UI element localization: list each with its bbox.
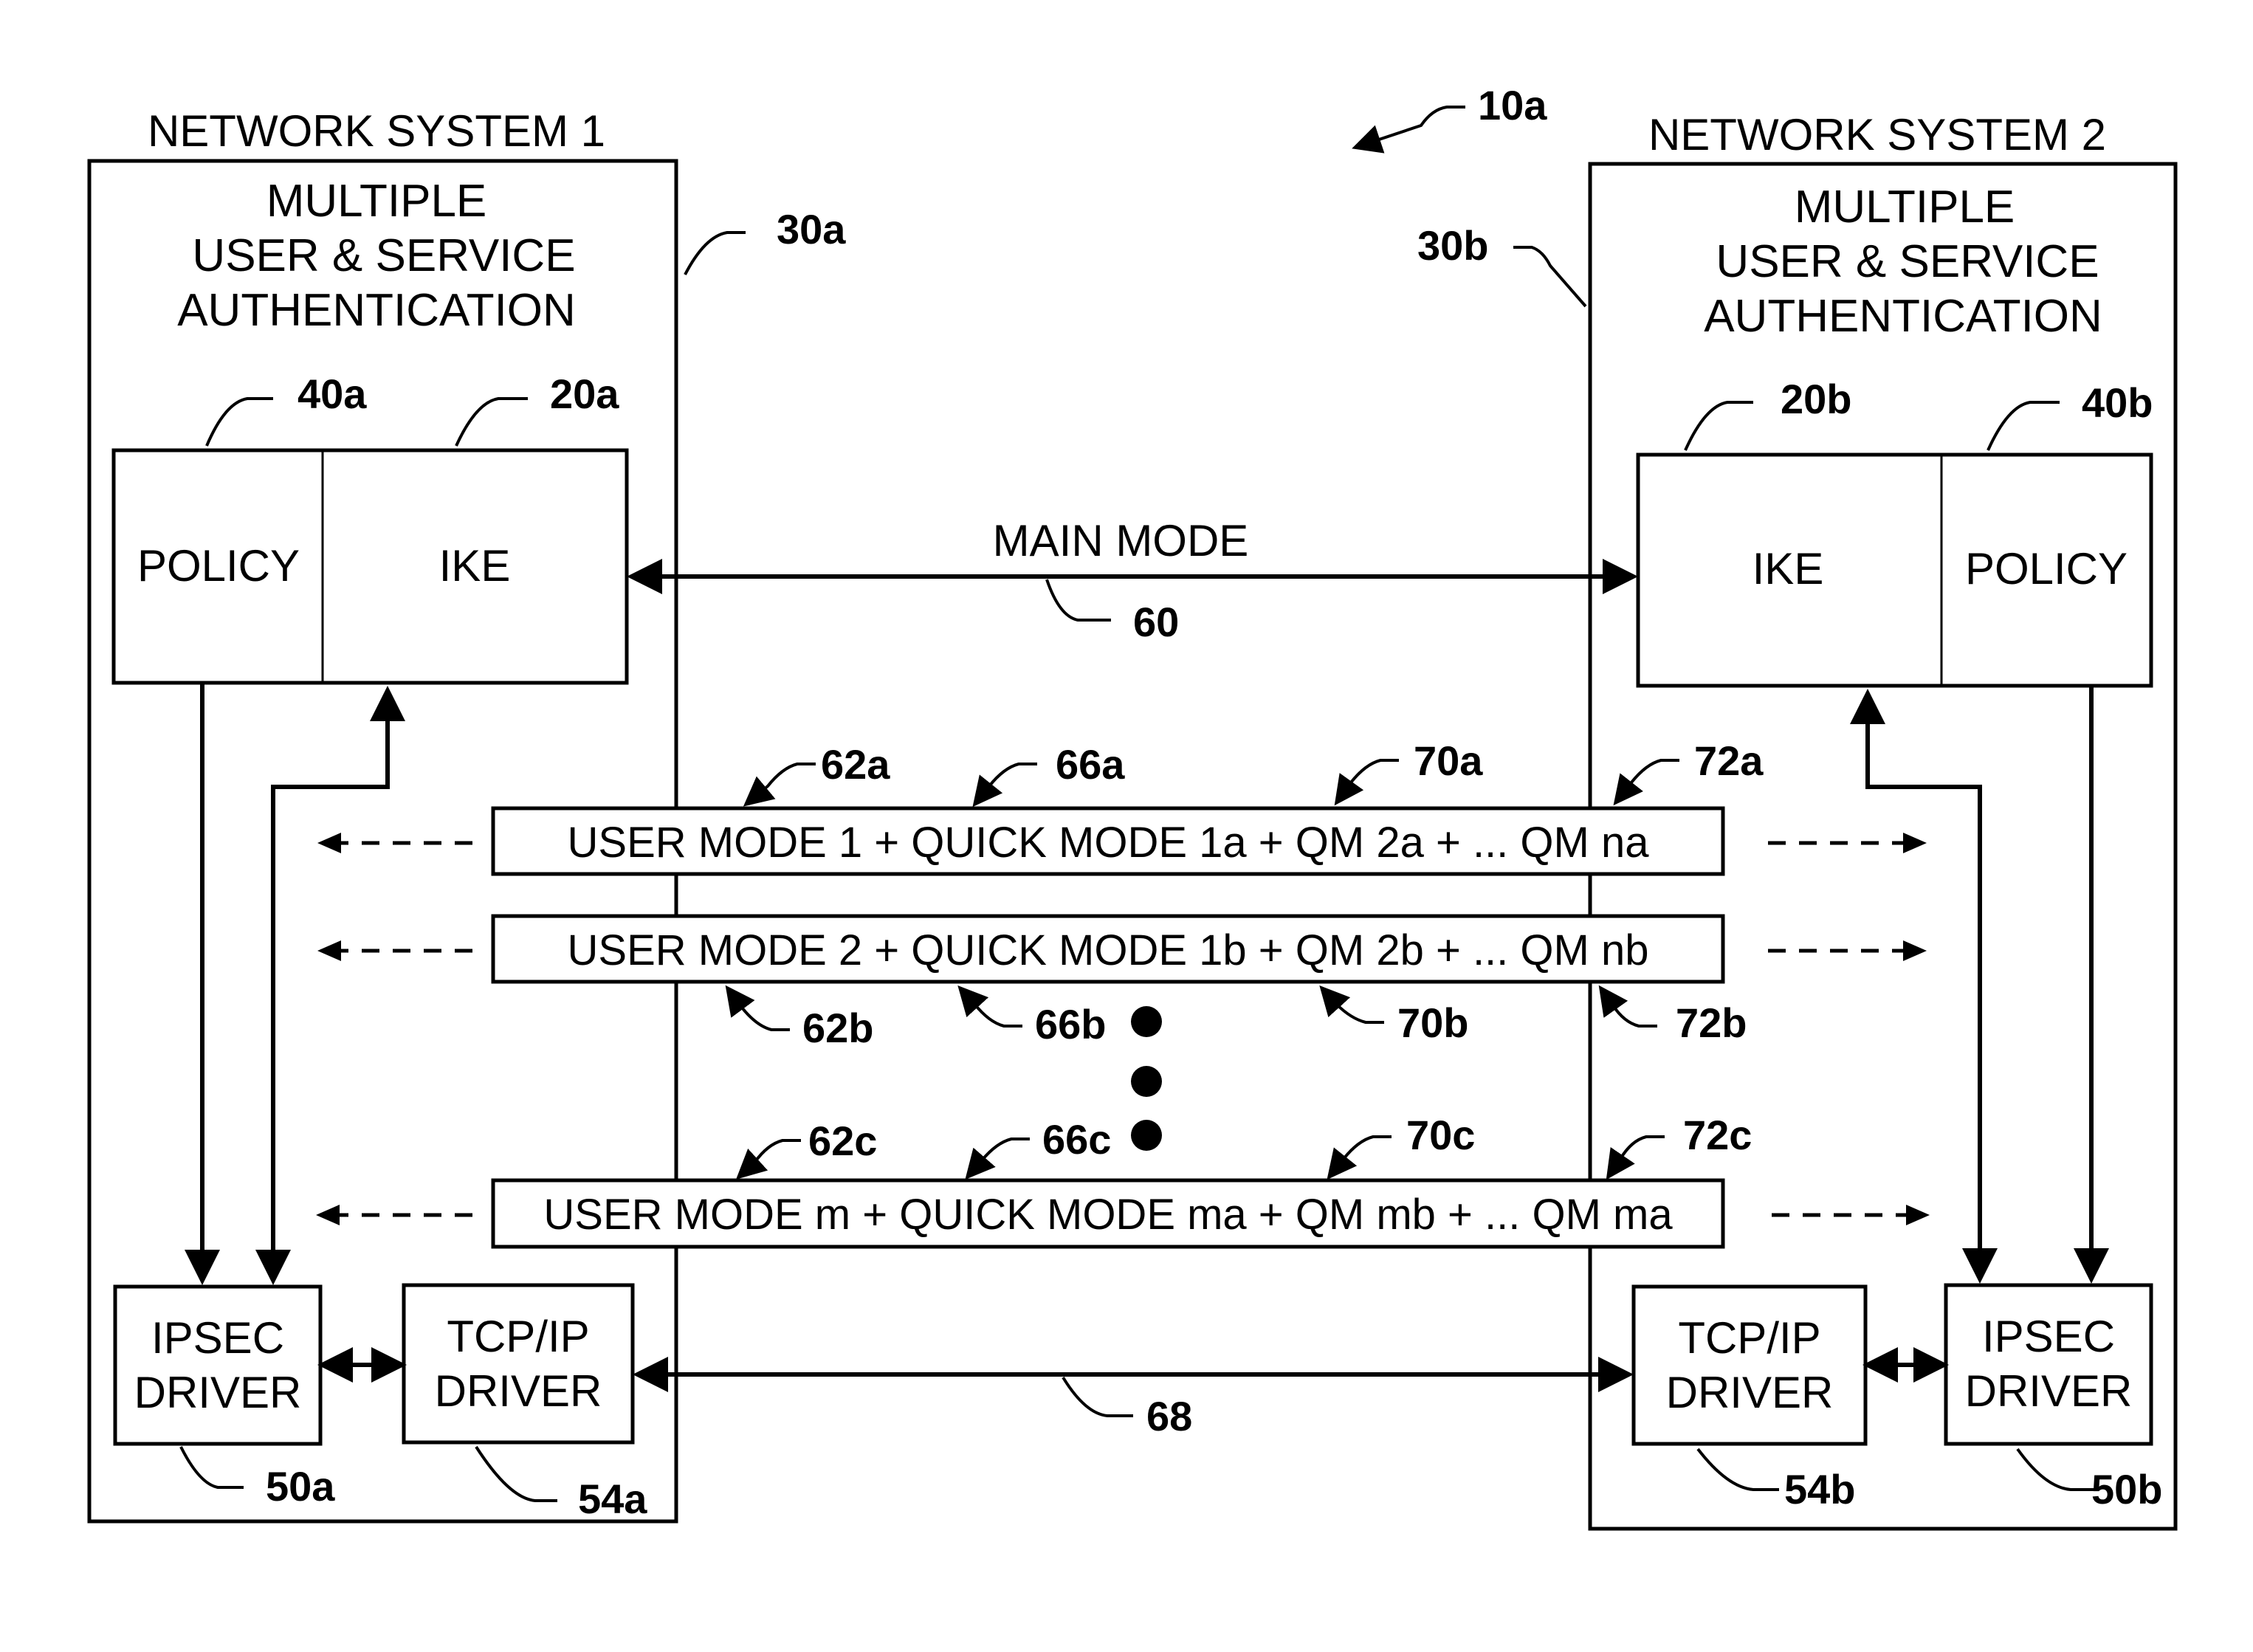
- system1-tcpip-driver: [402, 1283, 635, 1445]
- system1-ref: 30a: [777, 206, 846, 252]
- dot-1: [1131, 1006, 1162, 1037]
- ref-62c-leader: [736, 1139, 801, 1180]
- ref-66c-leader: [965, 1138, 1030, 1180]
- system1-ipsec-ref: 50a: [266, 1463, 335, 1510]
- system1-ipsec-driver-line1[interactable]: IPSEC: [151, 1313, 284, 1363]
- main-mode-ref-leader: [1045, 579, 1111, 622]
- ref-70a: 70a: [1414, 737, 1483, 784]
- figure-ref-10a: 10a: [1352, 82, 1547, 154]
- figure-ref-label: 10a: [1478, 82, 1547, 128]
- system2-heading-line1: MULTIPLE: [1795, 182, 2015, 233]
- system2-ref: 30b: [1417, 222, 1489, 269]
- ref-66a: 66a: [1056, 741, 1125, 788]
- system1-title: NETWORK SYSTEM 1: [148, 106, 605, 156]
- ref-72c: 72c: [1683, 1112, 1752, 1158]
- system1-ipsec-driver: [113, 1284, 323, 1446]
- system2-ipsec-driver-line2[interactable]: DRIVER: [1965, 1366, 2133, 1416]
- ref-70c-leader: [1327, 1135, 1392, 1180]
- system2-policy-ref: 40b: [2082, 379, 2153, 426]
- transport-ref: 68: [1146, 1393, 1192, 1439]
- ipsec-diagram: 10a NETWORK SYSTEM 1 MULTIPLE USER & SER…: [87, 82, 2178, 1531]
- ref-62b: 62b: [802, 1005, 874, 1051]
- system1-tcpip-ref: 54a: [578, 1476, 647, 1522]
- ref-62b-leader: [725, 985, 790, 1031]
- ref-66a-leader: [972, 763, 1037, 808]
- main-mode-ref: 60: [1133, 599, 1179, 645]
- ref-72a: 72a: [1694, 737, 1764, 784]
- system1-ike-ref: 20a: [550, 371, 619, 417]
- system1-policy-label[interactable]: POLICY: [137, 541, 300, 591]
- ref-72b: 72b: [1676, 999, 1747, 1046]
- system2-ref-leader: [1513, 246, 1587, 308]
- system1-ref-leader: [684, 231, 746, 275]
- main-mode-label: MAIN MODE: [993, 516, 1249, 565]
- system2-heading-line2: USER & SERVICE: [1716, 236, 2099, 287]
- mode-bar-3-text: USER MODE m + QUICK MODE ma + QM mb + ..…: [543, 1191, 1673, 1239]
- ref-66b: 66b: [1035, 1001, 1107, 1047]
- system2-ike-ref: 20b: [1781, 376, 1852, 422]
- system1-ipsec-driver-line2[interactable]: DRIVER: [134, 1368, 302, 1417]
- transport-ref-leader: [1062, 1376, 1133, 1417]
- system2-tcpip-driver-line1[interactable]: TCP/IP: [1678, 1313, 1820, 1363]
- system2-ike-label[interactable]: IKE: [1752, 544, 1824, 593]
- ref-70b: 70b: [1397, 999, 1469, 1046]
- system1-tcpip-driver-line1[interactable]: TCP/IP: [447, 1312, 589, 1361]
- ref-62c: 62c: [808, 1118, 877, 1164]
- ref-70b-leader: [1319, 985, 1384, 1024]
- main-mode-link: MAIN MODE 60: [627, 516, 1638, 645]
- ref-66c: 66c: [1042, 1116, 1111, 1163]
- vertical-dots-icon: [1131, 1006, 1162, 1151]
- ref-62a-leader: [743, 763, 816, 807]
- dot-3: [1131, 1120, 1162, 1151]
- system1-heading-line1: MULTIPLE: [266, 176, 487, 227]
- system2-tcpip-driver: [1631, 1284, 1868, 1446]
- system2-heading-line3: AUTHENTICATION: [1704, 291, 2102, 342]
- system2-tcpip-driver-line2[interactable]: DRIVER: [1666, 1368, 1834, 1417]
- system2-title: NETWORK SYSTEM 2: [1648, 110, 2106, 159]
- ref-70c: 70c: [1406, 1112, 1475, 1158]
- system1-tcpip-driver-line2[interactable]: DRIVER: [435, 1366, 602, 1416]
- figure-ref-arrow-icon: [1352, 106, 1465, 154]
- ref-70a-leader: [1334, 759, 1399, 806]
- system2-ipsec-driver: [1944, 1283, 2153, 1446]
- system2-tcpip-ref: 54b: [1784, 1466, 1856, 1512]
- mode-bar-1-text: USER MODE 1 + QUICK MODE 1a + QM 2a + ..…: [568, 819, 1650, 867]
- system2-ipsec-ref: 50b: [2091, 1466, 2163, 1512]
- system1-heading-line3: AUTHENTICATION: [177, 285, 576, 336]
- system1-policy-ref: 40a: [297, 371, 367, 417]
- system2-ipsec-driver-line1[interactable]: IPSEC: [1982, 1312, 2115, 1361]
- system2-policy-label[interactable]: POLICY: [1965, 544, 2128, 593]
- mode-bar-2-text: USER MODE 2 + QUICK MODE 1b + QM 2b + ..…: [568, 926, 1649, 974]
- system1-ike-label[interactable]: IKE: [439, 541, 511, 591]
- ref-62a: 62a: [821, 741, 890, 788]
- transport-link: 68: [633, 1357, 1634, 1439]
- system1-heading-line2: USER & SERVICE: [192, 230, 575, 281]
- ref-66b-leader: [957, 985, 1022, 1028]
- dot-2: [1131, 1066, 1162, 1097]
